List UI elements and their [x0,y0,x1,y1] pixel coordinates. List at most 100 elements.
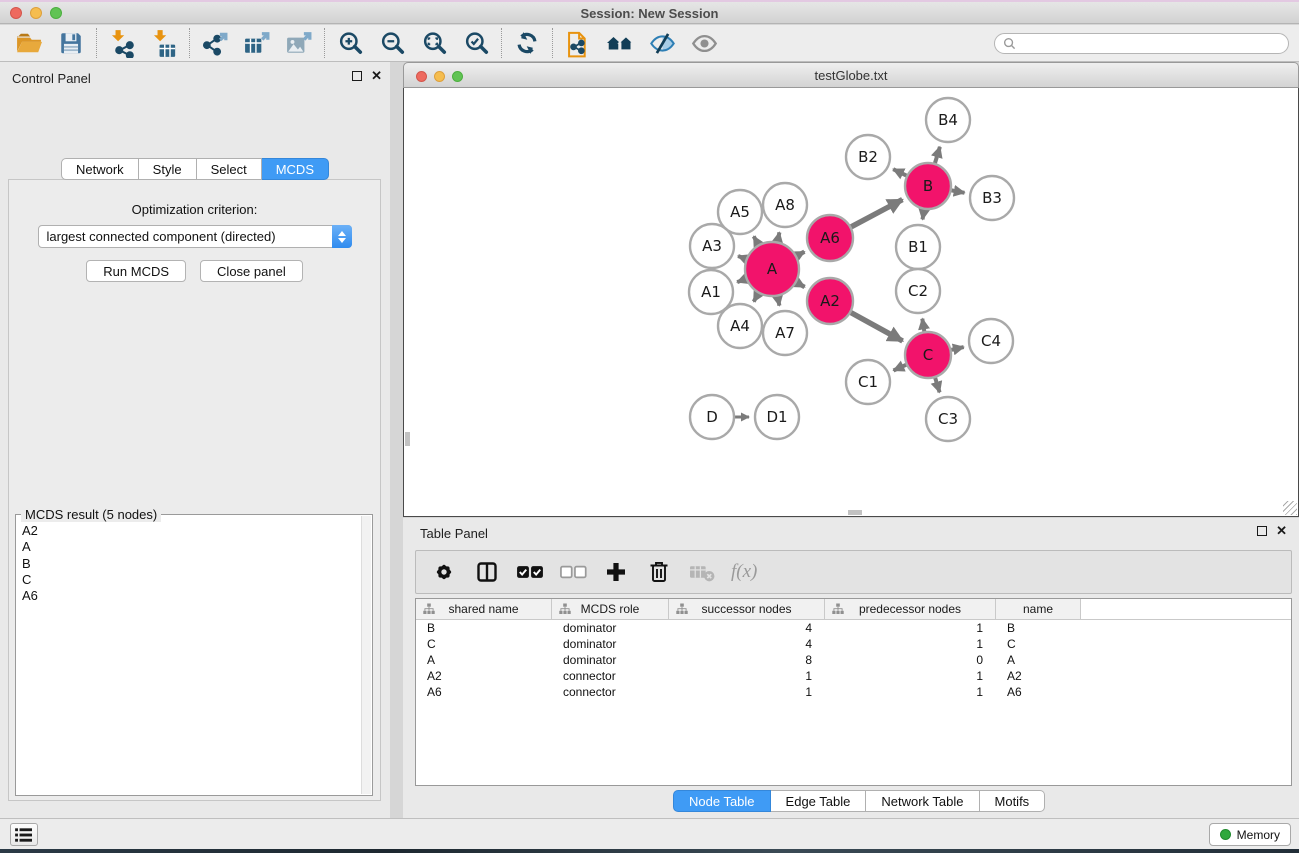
result-scrollbar[interactable] [361,516,371,794]
export-image-icon[interactable] [278,27,320,59]
hide-graphics-details-icon[interactable] [641,27,683,59]
table-row[interactable]: Cdominator41C [416,636,1291,652]
graph-node-A8[interactable]: A8 [763,183,807,227]
graph-node-A6[interactable]: A6 [807,215,853,261]
new-network-from-selection-icon[interactable] [557,27,599,59]
zoom-selected-icon[interactable] [455,27,497,59]
graph-node-B4[interactable]: B4 [926,98,970,142]
graph-edge-A-A8[interactable] [778,232,780,241]
graph-node-A7[interactable]: A7 [763,311,807,355]
graph-node-C3[interactable]: C3 [926,397,970,441]
delete-column-icon[interactable] [645,556,673,588]
graph-edge-C-C4[interactable] [951,347,963,350]
node-table: shared nameMCDS rolesuccessor nodesprede… [415,598,1292,786]
graph-node-D1[interactable]: D1 [755,395,799,439]
graph-node-D[interactable]: D [690,395,734,439]
graph-edge-B-B1[interactable] [923,210,925,220]
open-file-icon[interactable] [8,27,50,59]
export-network-icon[interactable] [194,27,236,59]
graph-node-A[interactable]: A [745,242,799,296]
graph-node-C[interactable]: C [905,332,951,378]
column-header-MCDS-role[interactable]: MCDS role [552,599,669,619]
resize-grip-icon[interactable] [1283,501,1297,515]
float-panel-icon[interactable] [352,71,362,81]
graph-edge-B-B3[interactable] [952,190,965,192]
create-column-icon[interactable] [602,556,630,588]
result-item[interactable]: C [22,572,360,588]
column-header-shared-name[interactable]: shared name [416,599,552,619]
graph-edge-C-C2[interactable] [922,319,924,332]
table-row[interactable]: A2connector11A2 [416,668,1291,684]
result-item[interactable]: A2 [22,523,360,539]
graph-edge-C-C3[interactable] [935,378,939,392]
search-input[interactable] [1016,37,1280,51]
graph-edge-C-C1[interactable] [894,365,907,371]
tab-style[interactable]: Style [139,158,197,180]
save-session-icon[interactable] [50,27,92,59]
import-network-icon[interactable] [101,27,143,59]
column-header-predecessor-nodes[interactable]: predecessor nodes [825,599,996,619]
graph-edge-B-B4[interactable] [935,147,940,163]
graph-node-B[interactable]: B [905,163,951,209]
table-panel-title: Table Panel [420,526,488,541]
result-item[interactable]: A [22,539,360,555]
graph-edge-A-A2[interactable] [797,283,805,288]
zoom-fit-icon[interactable] [413,27,455,59]
table-row[interactable]: Bdominator41B [416,620,1291,636]
deselect-all-columns-icon[interactable] [559,556,587,588]
table-row[interactable]: Adominator80A [416,652,1291,668]
graph-node-B3[interactable]: B3 [970,176,1014,220]
graph-node-C1[interactable]: C1 [846,360,890,404]
graph-edge-A6-B[interactable] [851,200,902,227]
result-item[interactable]: A6 [22,588,360,604]
result-item[interactable]: B [22,556,360,572]
graph-edge-A2-C[interactable] [851,313,903,341]
zoom-in-icon[interactable] [329,27,371,59]
settings-gear-icon[interactable] [430,556,458,588]
show-graphics-details-icon[interactable] [683,27,725,59]
tab-network-table[interactable]: Network Table [866,790,979,812]
close-panel-icon[interactable]: ✕ [371,71,382,81]
optimization-criterion-dropdown[interactable]: largest connected component (directed) [38,225,352,248]
column-header-name[interactable]: name [996,599,1081,619]
tab-edge-table[interactable]: Edge Table [771,790,867,812]
close-table-panel-icon[interactable]: ✕ [1276,526,1287,536]
graph-edge-A-A5[interactable] [754,236,759,244]
toggle-columns-icon[interactable] [473,556,501,588]
tab-node-table[interactable]: Node Table [673,790,771,812]
task-history-button[interactable] [10,823,38,846]
network-canvas[interactable]: B4B2BB3A8A5A6A3B1AA1C2A2A4A7C4CC1C3DD1 [403,88,1299,517]
graph-node-C4[interactable]: C4 [969,319,1013,363]
run-mcds-button[interactable]: Run MCDS [86,260,186,282]
graph-node-B2[interactable]: B2 [846,135,890,179]
graph-edge-B-B2[interactable] [893,169,906,175]
export-table-icon[interactable] [236,27,278,59]
select-all-columns-icon[interactable] [516,556,544,588]
graph-edge-A-A6[interactable] [797,252,805,256]
graph-node-B1[interactable]: B1 [896,225,940,269]
tab-network[interactable]: Network [61,158,139,180]
canvas-horizontal-scroll-nub[interactable] [848,510,862,515]
graph-edge-A-A3[interactable] [738,256,746,259]
apply-layout-icon[interactable] [506,27,548,59]
tab-motifs[interactable]: Motifs [980,790,1046,812]
import-table-icon[interactable] [143,27,185,59]
first-neighbors-icon[interactable] [599,27,641,59]
close-panel-button[interactable]: Close panel [200,260,303,282]
graph-node-A2[interactable]: A2 [807,278,853,324]
zoom-out-icon[interactable] [371,27,413,59]
tab-mcds[interactable]: MCDS [262,158,329,180]
graph-node-C2[interactable]: C2 [896,269,940,313]
search-box[interactable] [994,33,1289,54]
float-table-panel-icon[interactable] [1257,526,1267,536]
graph-node-A4[interactable]: A4 [718,304,762,348]
graph-edge-A-A4[interactable] [754,293,759,301]
graph-node-A3[interactable]: A3 [690,224,734,268]
tab-select[interactable]: Select [197,158,262,180]
graph-edge-A-A7[interactable] [778,296,780,305]
table-row[interactable]: A6connector11A6 [416,684,1291,700]
canvas-vertical-scroll-nub[interactable] [405,432,410,446]
memory-button[interactable]: Memory [1209,823,1291,846]
graph-edge-A-A1[interactable] [737,279,746,282]
column-header-successor-nodes[interactable]: successor nodes [669,599,825,619]
